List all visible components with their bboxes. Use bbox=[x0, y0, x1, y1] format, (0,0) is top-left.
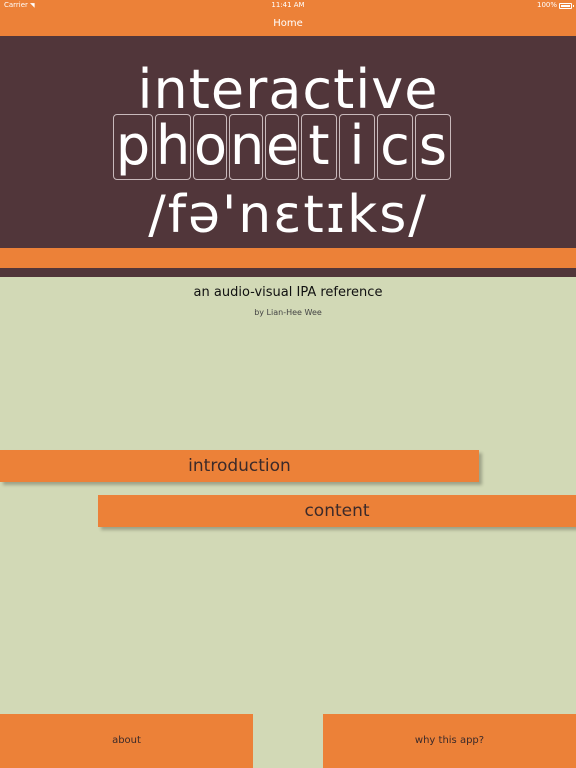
letter-tile-3[interactable]: n bbox=[229, 114, 264, 180]
letter-tile-2[interactable]: o bbox=[193, 114, 227, 180]
introduction-button[interactable]: introduction bbox=[0, 450, 479, 482]
content-button[interactable]: content bbox=[98, 495, 576, 527]
letter-tile-8[interactable]: s bbox=[415, 114, 451, 180]
nav-bar: Home bbox=[0, 11, 576, 36]
nav-title: Home bbox=[273, 18, 303, 29]
battery-percent: 100% bbox=[536, 1, 557, 9]
app-subtitle: an audio-visual IPA reference bbox=[193, 285, 383, 300]
hero-shadow-band bbox=[0, 268, 576, 277]
battery-indicator: 100% bbox=[536, 0, 574, 11]
status-time: 11:41 AM bbox=[271, 1, 305, 9]
letter-tile-5[interactable]: t bbox=[301, 114, 337, 180]
hero-ipa-transcription: /fə'nɛtɪks/ bbox=[148, 185, 428, 245]
hero-title-interactive: interactive bbox=[137, 58, 439, 121]
battery-icon bbox=[559, 2, 574, 9]
letter-tile-4[interactable]: e bbox=[265, 114, 299, 180]
hero-banner: interactive phonetics /fə'nɛtɪks/ bbox=[0, 36, 576, 248]
letter-tile-0[interactable]: p bbox=[113, 114, 153, 180]
hero-accent-band bbox=[0, 248, 576, 268]
about-button[interactable]: about bbox=[0, 714, 253, 768]
why-this-app-button[interactable]: why this app? bbox=[323, 714, 576, 768]
phonetics-letter-tiles: phonetics bbox=[113, 114, 453, 180]
author-byline: by Lian-Hee Wee bbox=[254, 308, 322, 317]
letter-tile-7[interactable]: c bbox=[377, 114, 413, 180]
letter-tile-6[interactable]: i bbox=[339, 114, 375, 180]
letter-tile-1[interactable]: h bbox=[155, 114, 191, 180]
status-bar: Carrier ◥ 11:41 AM 100% bbox=[0, 0, 576, 11]
